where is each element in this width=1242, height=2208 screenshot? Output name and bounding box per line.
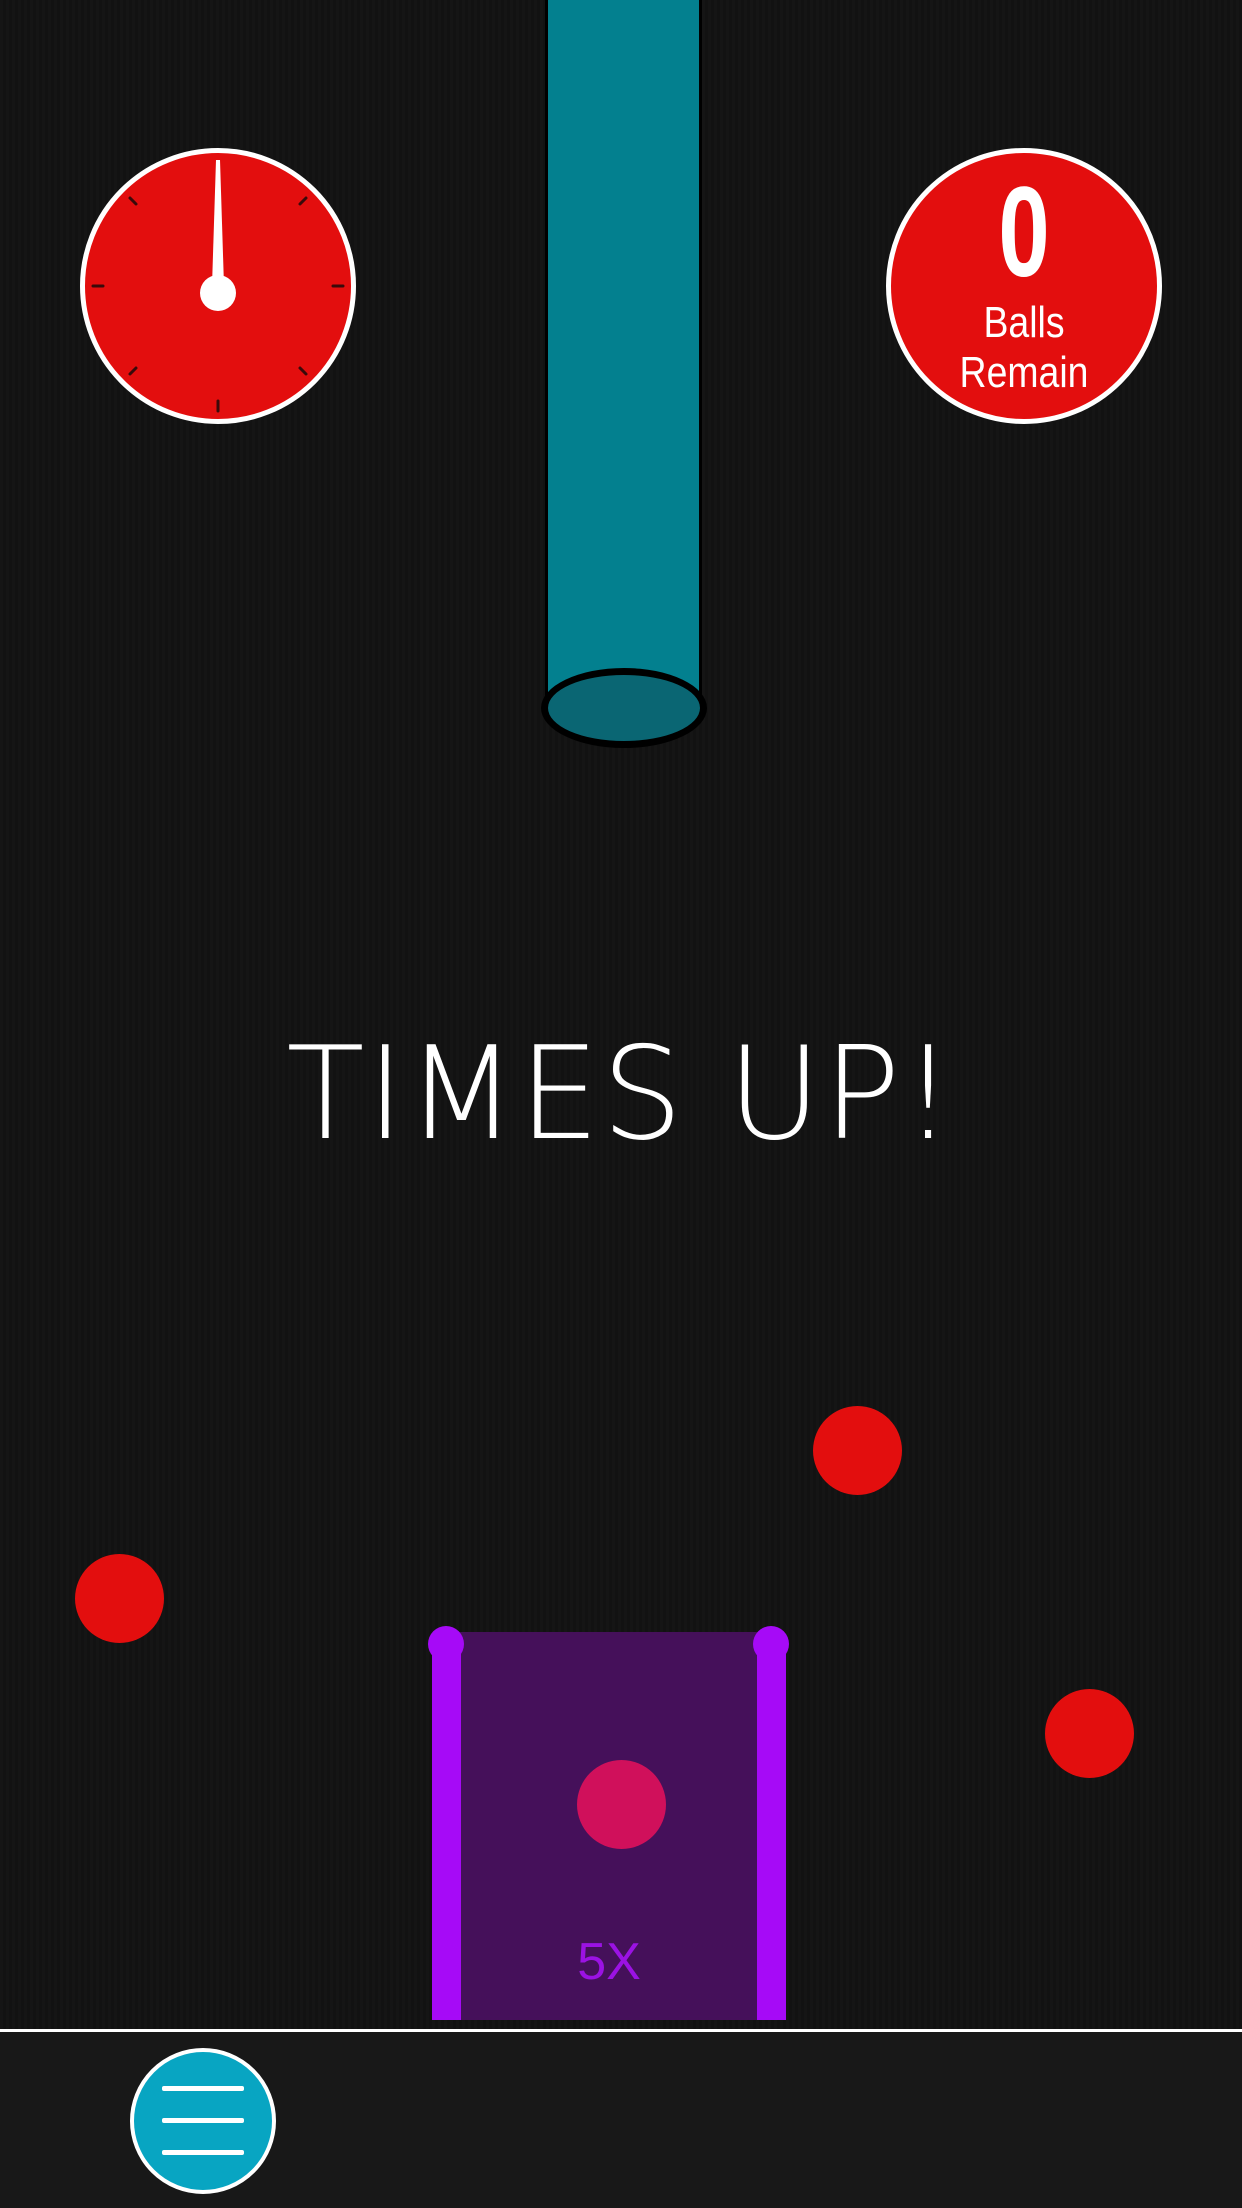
timer-pivot — [200, 275, 236, 311]
game-stage[interactable]: 0 Balls Remain TIMES UP! 5X — [0, 0, 1242, 2208]
menu-line — [162, 2118, 244, 2123]
ball-drop-tube — [545, 0, 702, 715]
basket-right-post — [753, 1626, 789, 1662]
basket-multiplier: 5X — [577, 1933, 641, 1991]
red-ball — [75, 1554, 164, 1643]
stopwatch-icon — [91, 160, 345, 413]
scoring-basket: 5X — [428, 1626, 789, 2020]
menu-line — [162, 2150, 244, 2155]
red-ball — [813, 1406, 902, 1495]
balls-remaining-label: Balls Remain — [911, 298, 1137, 398]
basket-left-post — [428, 1626, 464, 1662]
balls-label-line2: Remain — [959, 348, 1089, 397]
menu-line — [162, 2086, 244, 2091]
times-up-message: TIMES UP! — [286, 1020, 956, 1169]
balls-label-line1: Balls — [983, 298, 1065, 347]
balls-remaining-count: 0 — [998, 161, 1050, 304]
balls-remaining-badge: 0 Balls Remain — [886, 148, 1162, 424]
caught-ball — [577, 1760, 666, 1849]
timer-hand — [212, 160, 224, 286]
timer-dial — [80, 148, 356, 424]
red-ball — [1045, 1689, 1134, 1778]
tube-opening — [541, 668, 707, 748]
menu-button[interactable] — [130, 2048, 276, 2194]
